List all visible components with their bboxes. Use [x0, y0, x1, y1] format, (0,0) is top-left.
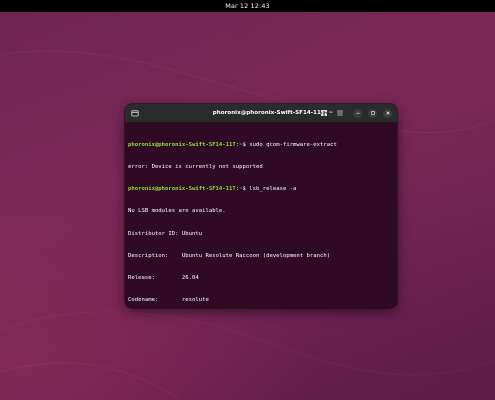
- command-text: sudo qcom-firmware-extract: [249, 141, 337, 148]
- terminal-line: phoronix@phoronix-Swift-SF14-11T:~$ lsb_…: [128, 186, 394, 193]
- terminal-line: Release: 26.04: [128, 275, 394, 282]
- output-text: Distributor ID: Ubuntu: [128, 230, 203, 237]
- terminal-line: Codename: resolute: [128, 297, 394, 304]
- terminal-line: Description: Ubuntu Resolute Raccoon (de…: [128, 253, 394, 260]
- maximize-icon: [370, 111, 375, 115]
- terminal-line: No LSB modules are available.: [128, 208, 394, 215]
- hamburger-menu-icon: [337, 110, 343, 116]
- top-bar: Mar 12 12:43: [0, 0, 495, 12]
- minimize-icon: [356, 112, 359, 114]
- menu-button[interactable]: [334, 107, 346, 119]
- terminal-window[interactable]: phoronix@phoronix-Swift-SF14-11T: ~ phor…: [125, 104, 397, 308]
- command-text: lsb_release -a: [249, 186, 297, 193]
- close-icon: [385, 111, 390, 115]
- output-text: Release: 26.04: [128, 275, 199, 282]
- clock[interactable]: Mar 12 12:43: [225, 2, 270, 10]
- terminal-line: error: Device is currently not supported: [128, 164, 394, 171]
- output-text: error: Device is currently not supported: [128, 164, 263, 171]
- maximize-button[interactable]: [368, 108, 377, 118]
- terminal-headerbar[interactable]: phoronix@phoronix-Swift-SF14-11T: ~: [125, 104, 397, 123]
- output-text: Codename: resolute: [128, 297, 209, 304]
- output-text: No LSB modules are available.: [128, 208, 226, 215]
- close-button[interactable]: [383, 108, 392, 118]
- terminal-content[interactable]: phoronix@phoronix-Swift-SF14-11T:~$ sudo…: [125, 123, 397, 308]
- prompt-user-host: phoronix@phoronix-Swift-SF14-11T: [128, 141, 236, 148]
- grid-view-button[interactable]: [318, 107, 330, 119]
- minimize-button[interactable]: [353, 108, 362, 118]
- output-text: Description: Ubuntu Resolute Raccoon (de…: [128, 252, 331, 259]
- prompt-user-host: phoronix@phoronix-Swift-SF14-11T: [128, 186, 236, 193]
- desktop-background[interactable]: Mar 12 12:43 phoronix@phoronix-Swift-SF1…: [0, 0, 495, 400]
- new-tab-icon: [131, 110, 139, 117]
- terminal-line: phoronix@phoronix-Swift-SF14-11T:~$ sudo…: [128, 142, 394, 149]
- terminal-line: Distributor ID: Ubuntu: [128, 231, 394, 238]
- grid-icon: [321, 110, 327, 116]
- new-tab-button[interactable]: [129, 107, 141, 119]
